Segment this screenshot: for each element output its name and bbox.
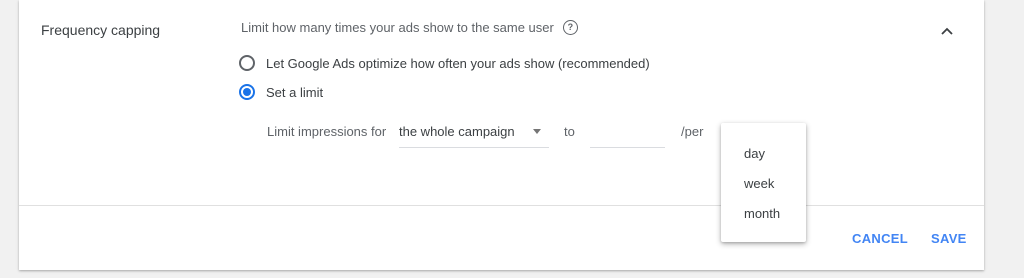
option-set-limit[interactable]: Set a limit — [239, 84, 323, 100]
period-dropdown-menu: day week month — [721, 123, 806, 242]
section-title: Frequency capping — [41, 22, 161, 38]
section-header: Limit how many times your ads show to th… — [241, 20, 578, 35]
scope-select[interactable]: the whole campaign — [399, 122, 549, 148]
frequency-capping-card: Frequency capping Limit how many times y… — [19, 0, 984, 270]
cancel-button[interactable]: CANCEL — [852, 231, 908, 246]
to-label: to — [564, 124, 575, 139]
save-button[interactable]: SAVE — [931, 231, 967, 246]
divider — [19, 205, 984, 206]
option-optimize[interactable]: Let Google Ads optimize how often your a… — [239, 55, 650, 71]
collapse-button[interactable] — [936, 20, 958, 42]
scope-select-value: the whole campaign — [399, 124, 515, 139]
period-option-month[interactable]: month — [744, 206, 780, 221]
period-option-day[interactable]: day — [744, 146, 765, 161]
option-optimize-label: Let Google Ads optimize how often your a… — [266, 55, 650, 71]
section-description: Limit how many times your ads show to th… — [241, 20, 554, 35]
help-icon[interactable]: ? — [562, 20, 578, 35]
option-set-limit-label: Set a limit — [266, 84, 324, 100]
dropdown-caret-icon — [533, 129, 541, 134]
radio-optimize[interactable] — [239, 55, 255, 71]
limit-impressions-label: Limit impressions for — [267, 124, 387, 139]
per-label: /per — [681, 124, 704, 139]
radio-set-limit[interactable] — [239, 84, 255, 100]
period-option-week[interactable]: week — [744, 176, 774, 191]
chevron-up-icon — [941, 27, 953, 35]
impressions-count-input[interactable] — [590, 122, 665, 148]
